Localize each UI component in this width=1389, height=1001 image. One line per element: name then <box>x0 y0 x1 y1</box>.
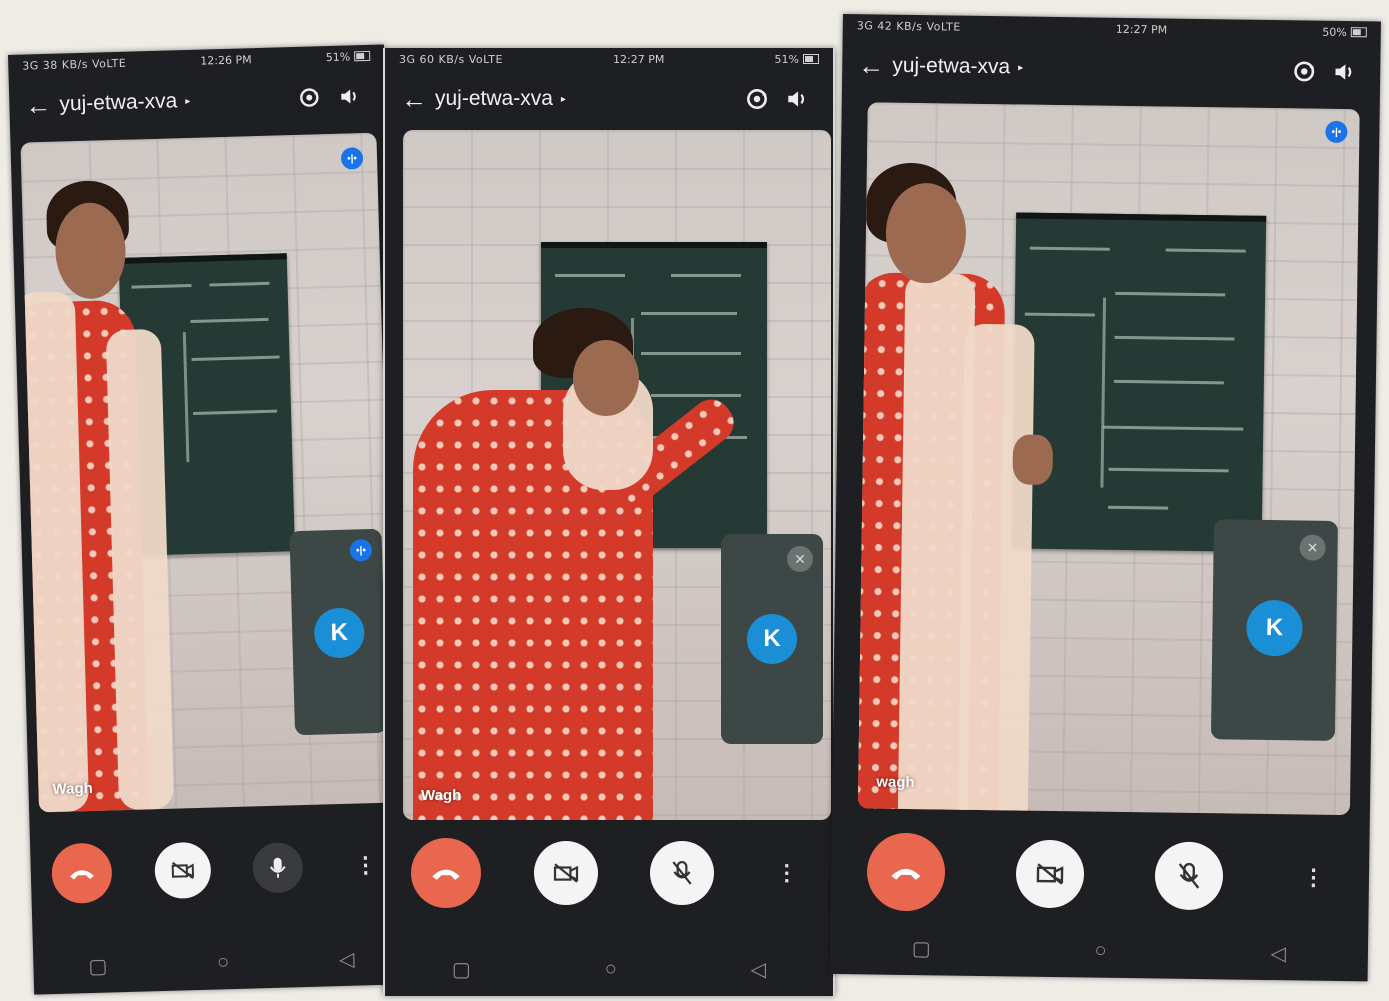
camera-off-icon <box>553 863 578 883</box>
participant-name: Wagh <box>421 787 462 804</box>
battery-percent: 50% <box>1322 25 1347 39</box>
microphone-off-icon <box>1178 862 1199 889</box>
call-screenshot-1: 3G 38 KB/s VoLTE 12:26 PM 51% ← yuj-etwa… <box>8 44 411 995</box>
meeting-code-button[interactable]: yuj-etwa-xva ▸ <box>59 86 290 116</box>
call-header: ← yuj-etwa-xva ▸ <box>842 36 1381 102</box>
camera-off-icon <box>171 861 194 879</box>
nav-back-icon[interactable]: ◁ <box>1270 941 1286 966</box>
call-header: ← yuj-etwa-xva ▸ <box>385 70 833 128</box>
participant-name: wagh <box>876 773 915 792</box>
status-bar: 3G 60 KB/s VoLTE 12:27 PM 51% <box>385 48 833 70</box>
meeting-code: yuj-etwa-xva <box>892 53 1011 79</box>
battery-percent: 51% <box>774 52 799 66</box>
battery-icon <box>1350 27 1367 38</box>
microphone-button[interactable] <box>1154 841 1223 911</box>
call-controls: ⋮ <box>830 832 1369 918</box>
switch-camera-icon[interactable] <box>1284 58 1324 85</box>
recent-apps-icon[interactable]: ▢ <box>912 936 931 961</box>
self-avatar: K <box>313 607 365 659</box>
blackboard <box>1011 212 1267 552</box>
call-header: ← yuj-etwa-xva ▸ <box>9 66 386 134</box>
back-arrow-icon[interactable]: ← <box>401 84 435 115</box>
remote-video[interactable]: •|• ✕ K wagh <box>857 102 1360 816</box>
network-indicator: 3G 42 KB/s VoLTE <box>856 18 961 34</box>
home-icon[interactable]: ○ <box>605 958 617 981</box>
self-muted-icon: ✕ <box>787 546 813 572</box>
switch-camera-icon[interactable] <box>737 86 777 112</box>
self-avatar: K <box>1246 599 1303 657</box>
battery-icon <box>802 54 819 64</box>
nav-back-icon[interactable]: ◁ <box>751 957 766 982</box>
end-call-icon <box>432 869 460 880</box>
back-arrow-icon[interactable]: ← <box>858 50 892 81</box>
call-controls: ⋮ <box>30 834 408 905</box>
network-indicator: 3G 60 KB/s VoLTE <box>399 52 503 66</box>
microphone-off-icon <box>672 861 692 885</box>
self-muted-icon: ✕ <box>1299 534 1326 561</box>
self-preview[interactable]: ✕ K <box>721 534 823 744</box>
switch-camera-icon[interactable] <box>289 85 330 110</box>
meeting-code: yuj-etwa-xva <box>435 87 553 110</box>
android-nav-bar: ▢ ○ ◁ <box>33 945 410 980</box>
camera-toggle-button[interactable] <box>533 841 598 905</box>
nav-back-icon[interactable]: ◁ <box>339 947 355 972</box>
meeting-code-button[interactable]: yuj-etwa-xva ▸ <box>435 87 737 111</box>
home-icon[interactable]: ○ <box>217 951 230 974</box>
home-icon[interactable]: ○ <box>1094 940 1106 963</box>
recent-apps-icon[interactable]: ▢ <box>88 954 108 980</box>
network-indicator: 3G 38 KB/s VoLTE <box>22 56 127 73</box>
clock: 12:27 PM <box>1115 22 1168 37</box>
back-arrow-icon[interactable]: ← <box>25 89 60 121</box>
camera-toggle-button[interactable] <box>153 841 212 900</box>
end-call-button[interactable] <box>411 838 482 908</box>
meeting-code-button[interactable]: yuj-etwa-xva ▸ <box>892 54 1284 83</box>
caret-right-icon: ▸ <box>1018 61 1024 74</box>
microphone-icon <box>270 857 286 878</box>
meeting-code: yuj-etwa-xva <box>59 89 178 116</box>
recent-apps-icon[interactable]: ▢ <box>452 957 471 982</box>
caret-right-icon: ▸ <box>560 93 566 105</box>
end-call-button[interactable] <box>51 842 113 905</box>
battery-indicator: 51% <box>775 53 819 66</box>
battery-icon <box>354 50 371 62</box>
more-options-button[interactable]: ⋮ <box>767 843 807 903</box>
call-screenshot-2: 3G 60 KB/s VoLTE 12:27 PM 51% ← yuj-etwa… <box>383 48 835 996</box>
speaker-icon[interactable] <box>777 87 817 111</box>
battery-indicator: 50% <box>1322 25 1367 39</box>
battery-indicator: 51% <box>325 49 371 64</box>
self-preview[interactable]: ✕ K <box>1210 519 1338 741</box>
call-controls: ⋮ <box>385 838 833 908</box>
end-call-icon <box>70 870 95 880</box>
microphone-button[interactable] <box>650 841 715 905</box>
remote-video[interactable]: ✕ K Wagh <box>403 130 831 820</box>
more-options-button[interactable]: ⋮ <box>345 840 386 891</box>
clock: 12:27 PM <box>613 52 665 66</box>
call-screenshot-3: 3G 42 KB/s VoLTE 12:27 PM 50% ← yuj-etwa… <box>829 14 1381 982</box>
caret-right-icon: ▸ <box>185 95 191 107</box>
end-call-icon <box>890 868 921 880</box>
self-speaking-icon: •|• <box>349 539 373 562</box>
clock: 12:26 PM <box>200 52 252 68</box>
camera-off-icon <box>1036 863 1063 885</box>
android-nav-bar: ▢ ○ ◁ <box>830 935 1368 968</box>
end-call-button[interactable] <box>865 832 946 912</box>
more-options-button[interactable]: ⋮ <box>1293 847 1334 908</box>
participant-name: Wagh <box>52 779 94 799</box>
microphone-button[interactable] <box>252 842 304 894</box>
battery-percent: 51% <box>325 49 351 64</box>
speaker-icon[interactable] <box>329 85 370 108</box>
self-preview[interactable]: •|• K <box>289 528 388 736</box>
speaker-icon[interactable] <box>1324 60 1364 85</box>
android-nav-bar: ▢ ○ ◁ <box>385 957 833 982</box>
remote-video[interactable]: •|• •|• K Wagh <box>20 132 396 813</box>
camera-toggle-button[interactable] <box>1015 839 1084 909</box>
self-avatar: K <box>747 614 797 664</box>
